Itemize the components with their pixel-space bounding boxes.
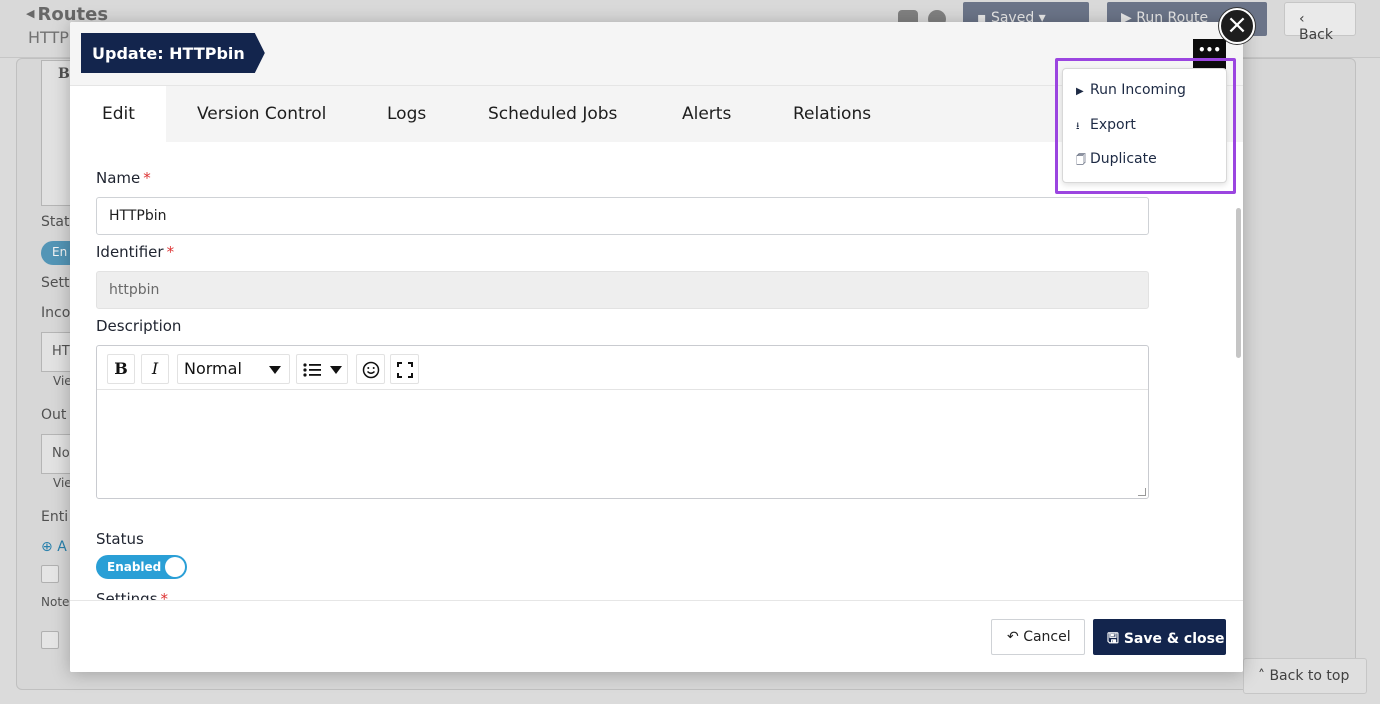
emoji-button[interactable]: [356, 354, 385, 384]
tab-alerts[interactable]: Alerts: [682, 86, 731, 142]
identifier-input: httpbin: [96, 271, 1149, 309]
toggle-knob: [165, 557, 185, 577]
italic-button[interactable]: I: [141, 354, 169, 384]
chevron-down-icon: [330, 366, 342, 374]
tab-scheduled-jobs[interactable]: Scheduled Jobs: [488, 86, 617, 142]
smiley-icon: [362, 361, 379, 378]
menu-item-run-incoming[interactable]: ▶ Run Incoming: [1076, 82, 1186, 98]
identifier-label: Identifier *: [96, 243, 175, 261]
fullscreen-button[interactable]: [390, 354, 419, 384]
list-dropdown[interactable]: [296, 354, 348, 384]
editor-toolbar: B I Normal: [97, 346, 1148, 390]
description-editor[interactable]: B I Normal: [96, 345, 1149, 499]
modal-footer: ↶ Cancel 🖫 Save & close: [70, 600, 1243, 672]
description-label: Description: [96, 317, 182, 335]
tab-relations[interactable]: Relations: [793, 86, 871, 142]
modal-title: Update: HTTPbin: [81, 33, 265, 73]
more-options-menu: ▶ Run Incoming ⭳ Export 🗍 Duplicate: [1062, 68, 1227, 183]
tab-version-control[interactable]: Version Control: [197, 86, 326, 142]
download-icon: ⭳: [1076, 121, 1080, 132]
menu-item-duplicate[interactable]: 🗍 Duplicate: [1076, 151, 1157, 170]
undo-icon: ↶: [1007, 629, 1019, 645]
modal-scrollbar[interactable]: [1236, 208, 1241, 358]
save-icon: 🖫: [1107, 631, 1119, 647]
close-icon[interactable]: ×: [1219, 8, 1255, 44]
fullscreen-icon: [396, 361, 413, 378]
cancel-button[interactable]: ↶ Cancel: [991, 619, 1085, 655]
required-mark: *: [166, 243, 175, 261]
resize-handle[interactable]: [1138, 488, 1146, 496]
modal-body: Name * HTTPbin Identifier * httpbin Descri…: [70, 142, 1243, 608]
menu-item-export[interactable]: ⭳ Export: [1076, 117, 1136, 136]
required-mark: *: [143, 169, 151, 187]
tab-edit[interactable]: Edit: [70, 86, 166, 142]
bold-button[interactable]: B: [107, 354, 135, 384]
play-icon: ▶: [1076, 86, 1084, 97]
chevron-down-icon: [269, 366, 281, 374]
list-icon: [303, 362, 321, 377]
status-label: Status: [96, 530, 144, 548]
save-close-button[interactable]: 🖫 Save & close: [1093, 619, 1226, 655]
name-label: Name *: [96, 169, 151, 187]
tab-logs[interactable]: Logs: [387, 86, 426, 142]
format-select[interactable]: Normal: [177, 354, 290, 384]
name-input[interactable]: HTTPbin: [96, 197, 1149, 235]
status-toggle[interactable]: Enabled: [96, 555, 187, 579]
copy-icon: 🗍: [1076, 155, 1086, 166]
